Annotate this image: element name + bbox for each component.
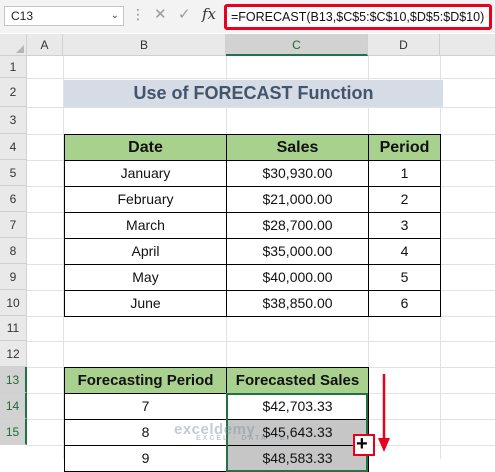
more-options-icon[interactable]: ⋮ [131,6,145,23]
row-header-10[interactable]: 10 [0,290,27,316]
column-header-b[interactable]: B [63,34,226,56]
column-header-c[interactable]: C [226,34,368,56]
worksheet-grid: A B C D 1 2 3 4 5 6 7 8 9 10 11 12 13 14… [0,34,495,472]
insert-function-icon[interactable]: fx [202,5,216,23]
header-period[interactable]: Period [368,134,441,161]
cell-period[interactable]: 6 [368,290,441,317]
row-header-2[interactable]: 2 [0,78,27,107]
cell-date[interactable]: February [64,186,227,213]
cell-sales[interactable]: $35,000.00 [226,238,369,265]
cell-date[interactable]: April [64,238,227,265]
cell-date[interactable]: January [64,160,227,187]
row-header-3[interactable]: 3 [0,107,27,134]
cell-period[interactable]: 3 [368,212,441,239]
row-header-4[interactable]: 4 [0,134,27,160]
cell-sales[interactable]: $38,850.00 [226,290,369,317]
cell-sales[interactable]: $30,930.00 [226,160,369,187]
formula-input[interactable]: =FORECAST(B13,$C$5:$C$10,$D$5:$D$10) [224,4,492,30]
formula-text: =FORECAST(B13,$C$5:$C$10,$D$5:$D$10) [231,10,485,24]
cell-date[interactable]: June [64,290,227,317]
cell-sales[interactable]: $21,000.00 [226,186,369,213]
fill-handle[interactable]: + [353,433,375,456]
row-header-13[interactable]: 13 [0,367,27,393]
cell-date[interactable]: March [64,212,227,239]
row-header-5[interactable]: 5 [0,160,27,186]
chevron-down-icon[interactable]: ⌄ [111,7,119,25]
watermark-logo: exceldemy EXCEL · DATA · BI [174,421,291,442]
row-header-6[interactable]: 6 [0,186,27,212]
header-forecasting-period[interactable]: Forecasting Period [64,367,227,394]
cell-period[interactable]: 1 [368,160,441,187]
cell-period[interactable]: 5 [368,264,441,291]
cell-period[interactable]: 2 [368,186,441,213]
select-all-corner[interactable] [0,34,27,56]
header-forecasted-sales[interactable]: Forecasted Sales [226,367,369,394]
arrow-down-icon [378,374,390,452]
row-header-7[interactable]: 7 [0,212,27,238]
formula-bar: C13 ⌄ ⋮ ✕ ✓ fx =FORECAST(B13,$C$5:$C$10,… [0,0,495,33]
name-box[interactable]: C13 ⌄ [4,6,124,26]
column-header-a[interactable]: A [27,34,63,56]
cell-forecast-period[interactable]: 7 [64,393,227,420]
column-header-d[interactable]: D [368,34,440,56]
row-header-14[interactable]: 14 [0,393,27,419]
enter-check-icon[interactable]: ✓ [178,5,191,23]
row-header-11[interactable]: 11 [0,316,27,341]
cell-period[interactable]: 4 [368,238,441,265]
crosshair-icon: + [356,433,368,455]
watermark-tagline: EXCEL · DATA · BI [196,435,291,442]
row-header-12[interactable]: 12 [0,341,27,367]
row-header-15[interactable]: 15 [0,419,27,445]
cell-forecast-sales[interactable]: $42,703.33 [226,393,369,420]
name-box-value: C13 [11,9,34,23]
row-header-8[interactable]: 8 [0,238,27,264]
cell-date[interactable]: May [64,264,227,291]
cancel-icon[interactable]: ✕ [154,5,167,23]
cell-sales[interactable]: $28,700.00 [226,212,369,239]
row-header-1[interactable]: 1 [0,56,27,78]
column-header-e[interactable] [440,34,495,56]
header-date[interactable]: Date [64,134,227,161]
sheet-title[interactable]: Use of FORECAST Function [64,80,443,107]
cell-sales[interactable]: $40,000.00 [226,264,369,291]
header-sales[interactable]: Sales [226,134,369,161]
row-header-9[interactable]: 9 [0,264,27,290]
